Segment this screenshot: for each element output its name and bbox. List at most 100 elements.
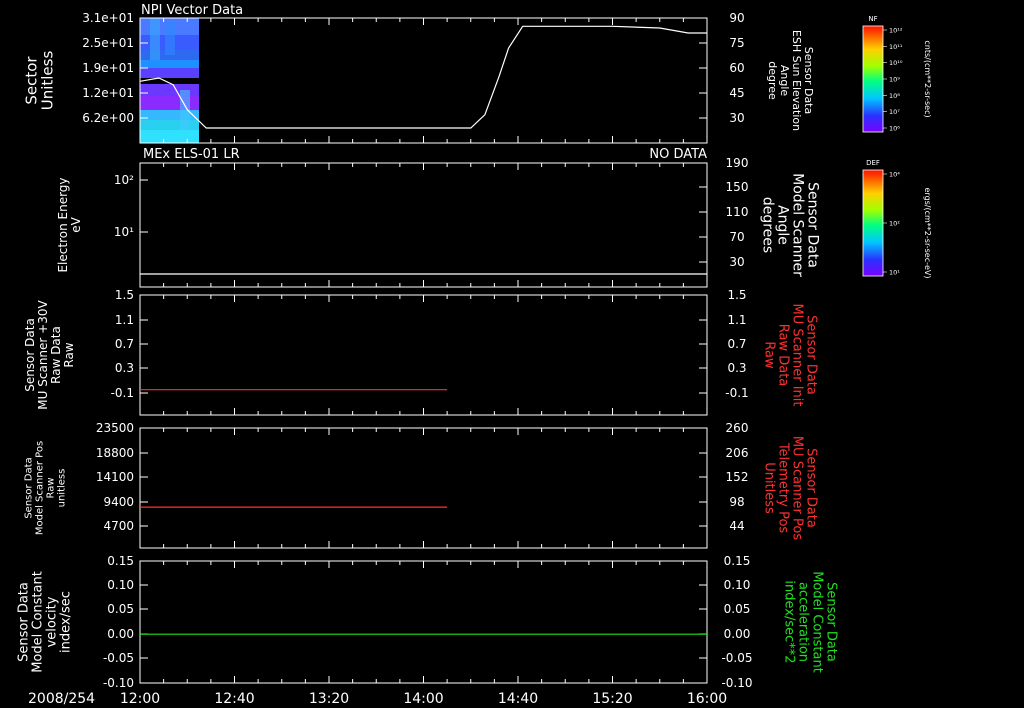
y-axis-label-left: Electron Energy bbox=[56, 177, 70, 272]
y-axis-label-left: index/sec bbox=[59, 591, 74, 653]
y-tick-label-right: 70 bbox=[729, 230, 744, 244]
y-tick-label-right: 0.00 bbox=[724, 627, 751, 641]
x-tick-label: 15:20 bbox=[592, 691, 632, 707]
y-tick-label-left: 0.7 bbox=[115, 337, 134, 351]
y-tick-label-right: 45 bbox=[729, 86, 744, 100]
heatmap-cell bbox=[140, 130, 199, 143]
heatmap-cell bbox=[140, 84, 199, 96]
y-tick-label-left: 1.9e+01 bbox=[82, 61, 134, 75]
y-tick-label-left: 18800 bbox=[96, 446, 134, 460]
y-tick-label-right: 0.3 bbox=[727, 361, 746, 375]
y-tick-label-right: 1.5 bbox=[727, 288, 746, 302]
y-tick-label-right: 110 bbox=[726, 205, 749, 219]
y-axis-label-right: Raw Data bbox=[776, 324, 791, 387]
y-tick-label-left: 1.2e+01 bbox=[82, 86, 134, 100]
y-tick-label-right: 150 bbox=[726, 180, 749, 194]
y-tick-label-left: -0.1 bbox=[111, 386, 134, 400]
panel-sector-sun-elevation: 3.1e+01 2.5e+01 1.9e+01 1.2e+01 6.2e+00 90 75 6… bbox=[23, 11, 815, 144]
y-tick-label-left: 2.5e+01 bbox=[82, 36, 134, 50]
heatmap-cell bbox=[180, 90, 190, 130]
y-tick-label-left: 9400 bbox=[103, 495, 134, 509]
y-axis-label-left: Raw Data bbox=[49, 326, 63, 384]
x-tick-label: 14:40 bbox=[498, 691, 538, 707]
sun-elevation-line bbox=[139, 25, 707, 129]
colorbar-tag: NF bbox=[868, 15, 877, 23]
panel-model-constant: 0.15 0.10 0.05 0.00 -0.05 -0.10 0.15 0.10 0.05 0.… bbox=[17, 554, 839, 690]
y-axis-label-left: eV bbox=[69, 216, 83, 232]
colorbar-tick-label: 10⁹ bbox=[889, 76, 900, 84]
y-axis-label-left: Sensor Data bbox=[23, 318, 37, 392]
panel-scanner-position: 23500 18800 14100 9400 4700 260 206 152 98 44 Sens… bbox=[24, 421, 819, 549]
y-tick-label-right: 0.05 bbox=[724, 602, 751, 616]
y-axis-label-right: Telemetry Pos bbox=[776, 442, 791, 534]
x-tick-label: 14:00 bbox=[403, 691, 443, 707]
panel-mu-scanner-raw: 1.5 1.1 0.7 0.3 -0.1 1.5 1.1 0.7 0.3 -0.1 Sensor D… bbox=[23, 288, 819, 416]
y-axis-label-right: Angle bbox=[775, 205, 791, 245]
colorbar-tag: DEF bbox=[866, 159, 880, 167]
plot-frame bbox=[139, 17, 708, 144]
panel2-status: NO DATA bbox=[649, 147, 707, 162]
y-tick-label-right: 260 bbox=[726, 421, 749, 435]
x-tick-label: 13:20 bbox=[309, 691, 349, 707]
y-axis-label-left: Unitless bbox=[39, 51, 57, 111]
y-tick-label-right: 30 bbox=[729, 111, 744, 125]
x-axis-tick-labels: 12:00 12:40 13:20 14:00 14:40 15:20 16:00 bbox=[120, 691, 727, 707]
y-tick-label-left: 6.2e+00 bbox=[82, 111, 134, 125]
y-tick-label-right: 75 bbox=[729, 36, 744, 50]
y-tick-label-left: -0.10 bbox=[103, 676, 134, 690]
y-axis-label-right: degrees bbox=[760, 197, 776, 253]
heatmap-cell bbox=[140, 110, 199, 120]
y-tick-label-right: -0.05 bbox=[721, 651, 752, 665]
y-tick-label-left: 10¹ bbox=[114, 225, 134, 239]
x-tick-label: 12:40 bbox=[214, 691, 254, 707]
plot-frame bbox=[139, 560, 708, 684]
y-axis-label-right: Sensor Data bbox=[804, 315, 819, 395]
y-axis-label-right: MU Scanner Pos bbox=[790, 436, 805, 541]
y-axis-label-left: Sensor Data bbox=[17, 582, 32, 662]
colorbar-nf: NF 10¹² 10¹¹ 10¹⁰ 10⁹ 10⁸ 10⁷ 10⁶ cnts/(cm**2-sr… bbox=[862, 15, 932, 133]
y-tick-label-right: 30 bbox=[729, 255, 744, 269]
colorbar-tick-label: 10¹ bbox=[889, 269, 900, 277]
colorbar-tick-label: 10¹⁰ bbox=[889, 59, 903, 67]
y-tick-label-right: 0.10 bbox=[724, 578, 751, 592]
y-axis-label-left: Model Scanner Pos bbox=[35, 441, 46, 535]
heatmap-cell bbox=[140, 96, 199, 110]
y-tick-label-right: 152 bbox=[726, 470, 749, 484]
plot-frame bbox=[139, 427, 708, 549]
y-tick-label-right: 206 bbox=[726, 446, 749, 460]
plot-frame bbox=[139, 162, 708, 288]
heatmap-cell bbox=[140, 120, 199, 130]
y-tick-label-left: -0.05 bbox=[103, 651, 134, 665]
y-tick-label-left: 1.5 bbox=[115, 288, 134, 302]
colorbar-tick-label: 10⁸ bbox=[889, 92, 900, 100]
y-axis-label-left: MU Scanner +30V bbox=[36, 300, 50, 410]
plot-frame bbox=[139, 294, 708, 416]
y-tick-label-right: 44 bbox=[729, 519, 744, 533]
y-tick-label-left: 0.3 bbox=[115, 361, 134, 375]
plot-canvas: NPI Vector Data MEx ELS-01 LR NO DATA 20… bbox=[17, 3, 933, 707]
y-axis-label-left: velocity bbox=[45, 596, 60, 647]
y-tick-label-right: -0.10 bbox=[721, 676, 752, 690]
x-tick-label: 12:00 bbox=[120, 691, 160, 707]
x-tick-label: 16:00 bbox=[687, 691, 727, 707]
colorbar-unit: ergs/(cm**2-sr-sec-eV) bbox=[923, 187, 932, 278]
colorbar-gradient bbox=[862, 25, 884, 133]
heatmap-cell bbox=[140, 68, 199, 78]
y-tick-label-left: 4700 bbox=[103, 519, 134, 533]
y-tick-label-left: 0.00 bbox=[107, 627, 134, 641]
y-axis-label-left: Sensor Data bbox=[24, 457, 35, 518]
heatmap-cell bbox=[150, 18, 160, 60]
y-tick-label-right: 0.7 bbox=[727, 337, 746, 351]
panel2-title: MEx ELS-01 LR bbox=[143, 147, 240, 162]
y-axis-label-right: index/sec**2 bbox=[782, 580, 797, 663]
date-label: 2008/254 bbox=[28, 691, 95, 707]
y-axis-label-right: Sensor Data bbox=[804, 448, 819, 528]
y-tick-label-left: 0.05 bbox=[107, 602, 134, 616]
panel-electron-energy: 10² 10¹ 190 150 110 70 30 Electron Energy eV Sens… bbox=[56, 156, 821, 288]
heatmap-cell bbox=[140, 60, 199, 68]
y-tick-label-right: 190 bbox=[726, 156, 749, 170]
y-axis-label-right: Sensor Data bbox=[824, 582, 839, 662]
colorbar-tick-label: 10² bbox=[889, 220, 900, 228]
heatmap-cell bbox=[165, 22, 175, 55]
y-axis-label-right: MU Scanner Init bbox=[790, 304, 805, 407]
